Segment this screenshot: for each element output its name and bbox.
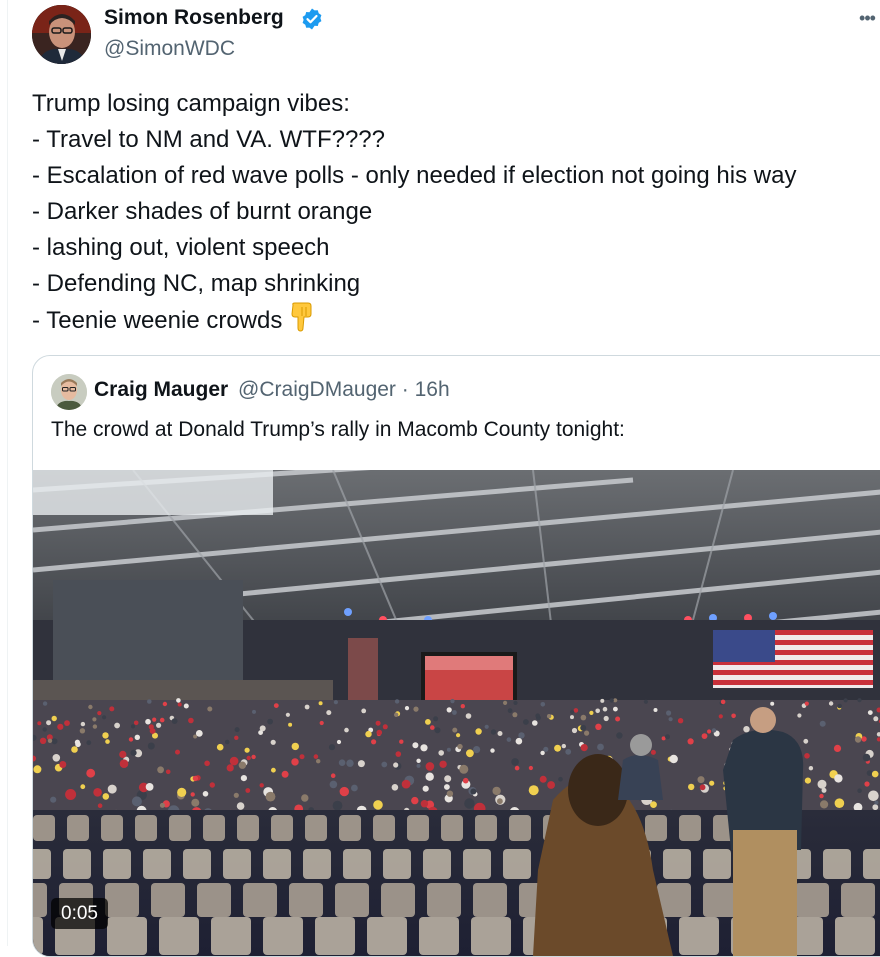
timeline-divider — [7, 0, 8, 946]
author-handle[interactable]: @SimonWDC — [104, 37, 235, 61]
quoted-tweet-meta: Craig Mauger @CraigDMauger · 16h — [94, 378, 450, 402]
tweet-line: - Darker shades of burnt orange — [32, 194, 877, 230]
tweet-line-text: - Teenie weenie crowds — [32, 307, 282, 334]
tweet-line: - lashing out, violent speech — [32, 230, 877, 266]
quoted-author-avatar[interactable] — [51, 374, 87, 410]
meta-separator: · — [396, 378, 415, 401]
tweet-line: Trump losing campaign vibes: — [32, 86, 877, 122]
video-frame — [33, 470, 880, 956]
backhand-index-pointing-down-icon — [288, 302, 314, 343]
tweet-line: - Defending NC, map shrinking — [32, 266, 877, 302]
author-avatar[interactable] — [32, 5, 91, 64]
quoted-tweet-card[interactable]: Craig Mauger @CraigDMauger · 16h The cro… — [32, 355, 880, 957]
video-duration-badge: 0:05 — [51, 898, 108, 929]
verified-badge-icon — [300, 7, 324, 31]
tweet-line-last: - Teenie weenie crowds — [32, 302, 877, 338]
quoted-author-name[interactable]: Craig Mauger — [94, 378, 228, 401]
quoted-tweet-text: The crowd at Donald Trump’s rally in Mac… — [51, 418, 625, 442]
more-options-button[interactable]: ••• — [854, 6, 880, 30]
video-player[interactable]: 0:05 — [33, 470, 880, 956]
tweet-line: - Escalation of red wave polls - only ne… — [32, 158, 877, 194]
author-name[interactable]: Simon Rosenberg — [104, 6, 284, 30]
tweet-text: Trump losing campaign vibes: - Travel to… — [32, 86, 877, 338]
quoted-tweet-time[interactable]: 16h — [415, 378, 450, 401]
tweet-line: - Travel to NM and VA. WTF???? — [32, 122, 877, 158]
quoted-author-handle[interactable]: @CraigDMauger — [238, 378, 396, 401]
